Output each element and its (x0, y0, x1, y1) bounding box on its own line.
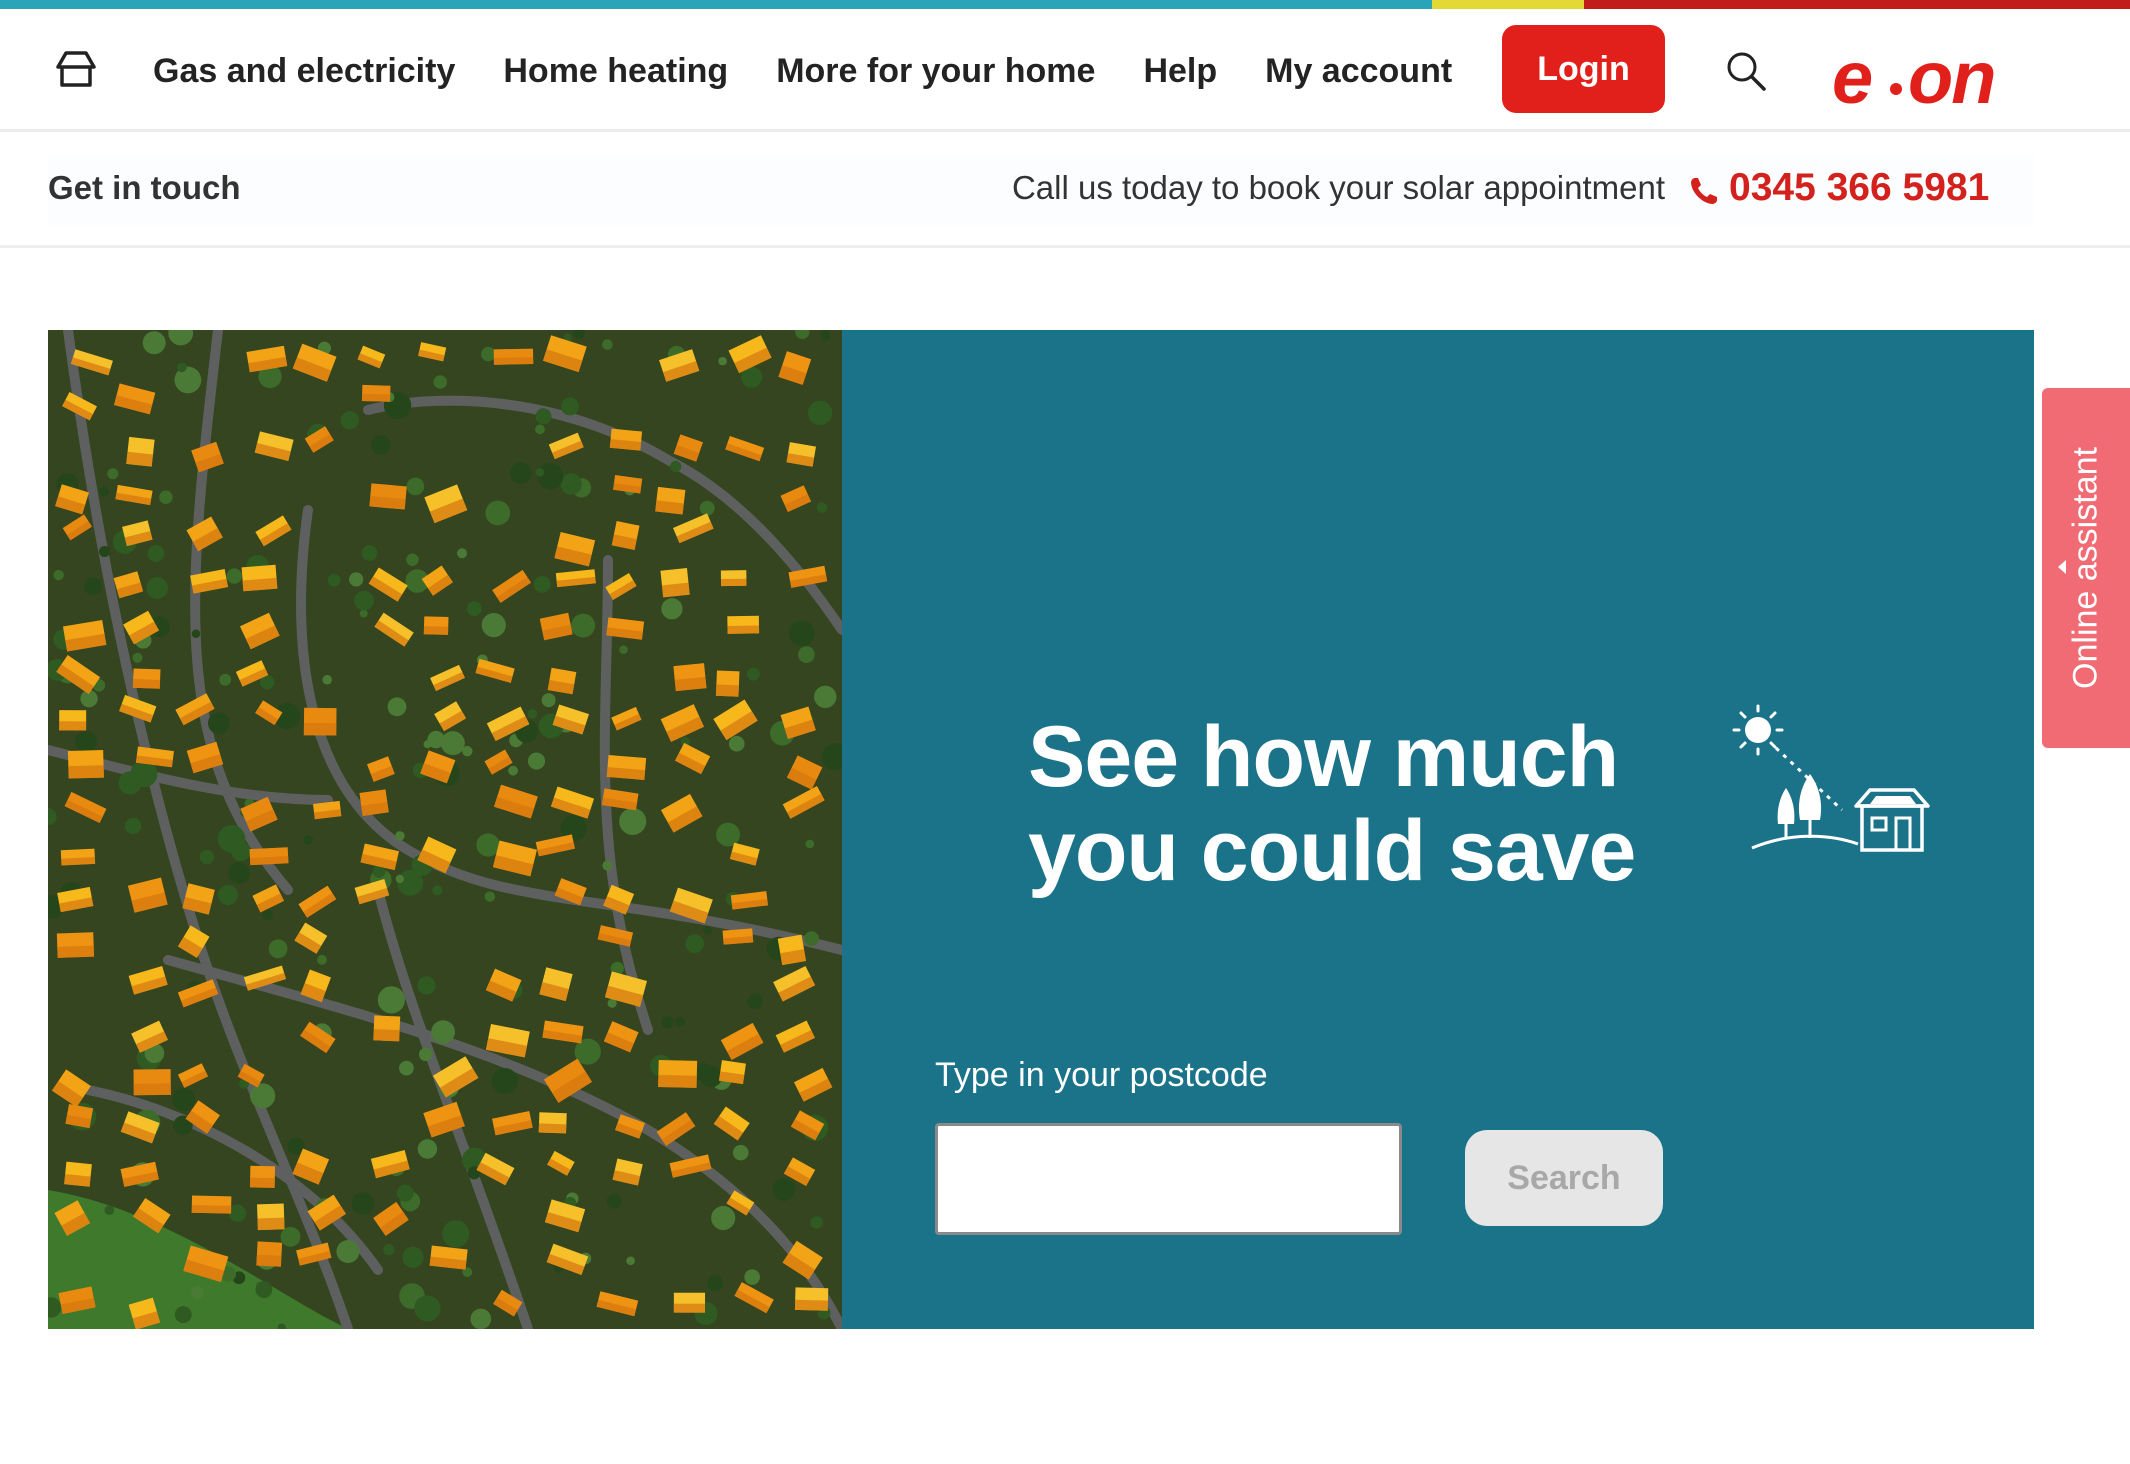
stripe-yellow (1432, 0, 1584, 9)
get-in-touch-link[interactable]: Get in touch (48, 169, 241, 207)
nav-home-heating[interactable]: Home heating (503, 49, 728, 93)
home-icon[interactable] (52, 47, 100, 91)
hero-title: See how much you could save (1028, 709, 1636, 899)
contact-bar: Get in touch Call us today to book your … (0, 135, 2130, 248)
savings-panel: See how much you could save Type in your… (842, 330, 2034, 1329)
stripe-red (1584, 0, 2130, 9)
hero-title-line-2: you could save (1028, 803, 1636, 899)
svg-text:on: on (1908, 43, 1994, 115)
aerial-rooftops-image (48, 330, 842, 1329)
nav-my-account[interactable]: My account (1265, 49, 1452, 93)
postcode-search-button[interactable]: Search (1465, 1130, 1663, 1226)
login-button[interactable]: Login (1502, 25, 1665, 113)
stripe-teal (0, 0, 1432, 9)
eon-logo[interactable]: e on (1832, 43, 2036, 115)
nav-help[interactable]: Help (1143, 49, 1217, 93)
nav-more-for-your-home[interactable]: More for your home (776, 49, 1095, 93)
search-icon[interactable] (1724, 49, 1768, 93)
phone-icon (1691, 178, 1717, 204)
online-assistant-tab[interactable]: Online assistant (2042, 388, 2130, 748)
online-assistant-label: Online assistant (2066, 447, 2105, 689)
postcode-input[interactable] (935, 1123, 1402, 1235)
hero-title-line-1: See how much (1028, 709, 1619, 805)
chevron-left-icon (2058, 560, 2066, 574)
main-header: Gas and electricity Home heating More fo… (0, 9, 2130, 132)
phone-number-link[interactable]: 0345 366 5981 (1729, 166, 1989, 210)
top-colour-stripe (0, 0, 2130, 9)
solar-savings-hero: See how much you could save Type in your… (48, 330, 2034, 1329)
svg-text:e: e (1832, 43, 1872, 115)
call-us-text: Call us today to book your solar appoint… (1011, 169, 1665, 206)
nav-gas-and-electricity[interactable]: Gas and electricity (153, 49, 455, 93)
postcode-label: Type in your postcode (935, 1056, 1268, 1094)
sun-trees-house-icon (1732, 704, 1930, 852)
main-nav: Gas and electricity Home heating More fo… (153, 49, 1500, 93)
